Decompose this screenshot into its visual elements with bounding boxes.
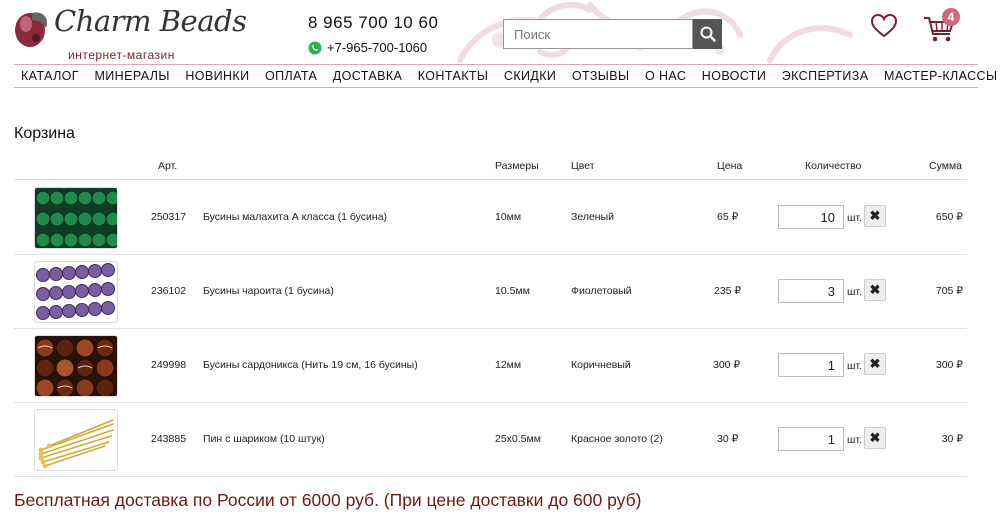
close-icon: ✖ (869, 356, 881, 371)
close-icon: ✖ (869, 282, 881, 297)
quantity-input[interactable] (778, 353, 844, 377)
product-price: 300 ₽ (713, 359, 741, 371)
product-art: 250317 (151, 211, 187, 223)
product-thumbnail[interactable] (34, 335, 118, 397)
cart-row: 236102 Бусины чароита (1 бусина) 10.5мм … (14, 255, 967, 329)
free-shipping-notice: Бесплатная доставка по России от 6000 ру… (14, 490, 642, 510)
product-sum: 300 ₽ (935, 359, 963, 371)
product-price: 30 ₽ (717, 433, 739, 445)
product-art: 236102 (151, 285, 187, 297)
remove-item-button[interactable]: ✖ (864, 279, 886, 301)
product-size: 25х0.5мм (495, 433, 541, 445)
column-header-quantity: Количество (805, 160, 862, 172)
page-title: Корзина (14, 125, 75, 142)
search-input[interactable] (503, 19, 693, 49)
logo-subtitle: интернет-магазин (68, 48, 175, 62)
nav-item-payment[interactable]: ОПЛАТА (265, 69, 317, 83)
nav-item-catalog[interactable]: КАТАЛОГ (21, 69, 79, 83)
main-nav: КАТАЛОГ МИНЕРАЛЫ НОВИНКИ ОПЛАТА ДОСТАВКА… (14, 64, 997, 88)
product-name[interactable]: Пин с шариком (10 штук) (203, 433, 325, 445)
product-color: Зеленый (571, 211, 615, 223)
product-art: 249998 (151, 359, 187, 371)
product-sum: 650 ₽ (935, 211, 963, 223)
unit-label: шт. (847, 212, 862, 224)
nav-item-new[interactable]: НОВИНКИ (185, 69, 249, 83)
nav-item-about[interactable]: О НАС (645, 69, 686, 83)
product-name[interactable]: Бусины сардоникса (Нить 19 см, 16 бусины… (203, 359, 418, 371)
phone-number[interactable]: 8 965 700 10 60 (308, 13, 438, 33)
product-size: 10мм (495, 211, 522, 223)
unit-label: шт. (847, 360, 862, 372)
product-color: Коричневый (571, 359, 631, 371)
quantity-input[interactable] (778, 279, 844, 303)
product-name[interactable]: Бусины малахита А класса (1 бусина) (203, 211, 387, 223)
column-header-art: Арт. (158, 160, 178, 172)
column-header-size: Размеры (495, 160, 539, 172)
quantity-input[interactable] (778, 427, 844, 451)
remove-item-button[interactable]: ✖ (864, 205, 886, 227)
close-icon: ✖ (869, 430, 881, 445)
logo[interactable]: Charm Beads интернет-магазин (12, 4, 247, 62)
whatsapp-phone[interactable]: +7-965-700-1060 (308, 40, 427, 55)
product-size: 12мм (495, 359, 522, 371)
product-price: 235 ₽ (714, 285, 742, 297)
malachite-beads-image (35, 188, 117, 248)
nav-item-news[interactable]: НОВОСТИ (702, 69, 766, 83)
remove-item-button[interactable]: ✖ (864, 427, 886, 449)
close-icon: ✖ (869, 208, 881, 223)
product-sum: 705 ₽ (935, 285, 963, 297)
sardonyx-beads-image (35, 336, 117, 396)
product-name[interactable]: Бусины чароита (1 бусина) (203, 285, 334, 297)
product-color: Красное золото (2) (571, 433, 663, 445)
remove-item-button[interactable]: ✖ (864, 353, 886, 375)
cart-row: 249998 Бусины сардоникса (Нить 19 см, 16… (14, 329, 967, 403)
cart-row: 250317 Бусины малахита А класса (1 бусин… (14, 181, 967, 255)
product-price: 65 ₽ (717, 211, 739, 223)
product-thumbnail[interactable] (34, 261, 118, 323)
cart-table-header: Арт. Размеры Цвет Цена Количество Сумма (14, 156, 967, 180)
product-size: 10.5мм (495, 285, 530, 297)
heart-icon[interactable] (870, 12, 898, 40)
nav-item-expertise[interactable]: ЭКСПЕРТИЗА (782, 69, 869, 83)
nav-item-minerals[interactable]: МИНЕРАЛЫ (94, 69, 169, 83)
nav-item-masterclasses[interactable]: МАСТЕР-КЛАССЫ (884, 69, 997, 83)
column-header-sum: Сумма (929, 160, 962, 172)
product-thumbnail[interactable] (34, 409, 118, 471)
product-thumbnail[interactable] (34, 187, 118, 249)
column-header-price: Цена (717, 160, 743, 172)
quantity-input[interactable] (778, 205, 844, 229)
search-icon (700, 26, 716, 42)
whatsapp-icon (308, 41, 322, 54)
nav-item-contacts[interactable]: КОНТАКТЫ (418, 69, 489, 83)
gold-pins-image (35, 410, 117, 470)
nav-item-discounts[interactable]: СКИДКИ (504, 69, 556, 83)
charoite-beads-image (35, 262, 117, 322)
nav-item-reviews[interactable]: ОТЗЫВЫ (572, 69, 630, 83)
cart-count-badge: 4 (942, 8, 960, 26)
unit-label: шт. (847, 286, 862, 298)
product-art: 243885 (151, 433, 187, 445)
logo-title: Charm Beads (54, 4, 247, 38)
logo-emblem-icon (15, 12, 48, 47)
unit-label: шт. (847, 434, 862, 446)
product-sum: 30 ₽ (941, 433, 963, 445)
column-header-color: Цвет (571, 160, 595, 172)
search-button[interactable] (693, 19, 722, 49)
whatsapp-phone-text: +7-965-700-1060 (327, 40, 428, 55)
site-header: Charm Beads интернет-магазин 8 965 700 1… (0, 0, 1000, 64)
nav-item-delivery[interactable]: ДОСТАВКА (333, 69, 403, 83)
product-color: Фиолетовый (571, 285, 632, 297)
cart-row: 243885 Пин с шариком (10 штук) 25х0.5мм … (14, 403, 967, 477)
